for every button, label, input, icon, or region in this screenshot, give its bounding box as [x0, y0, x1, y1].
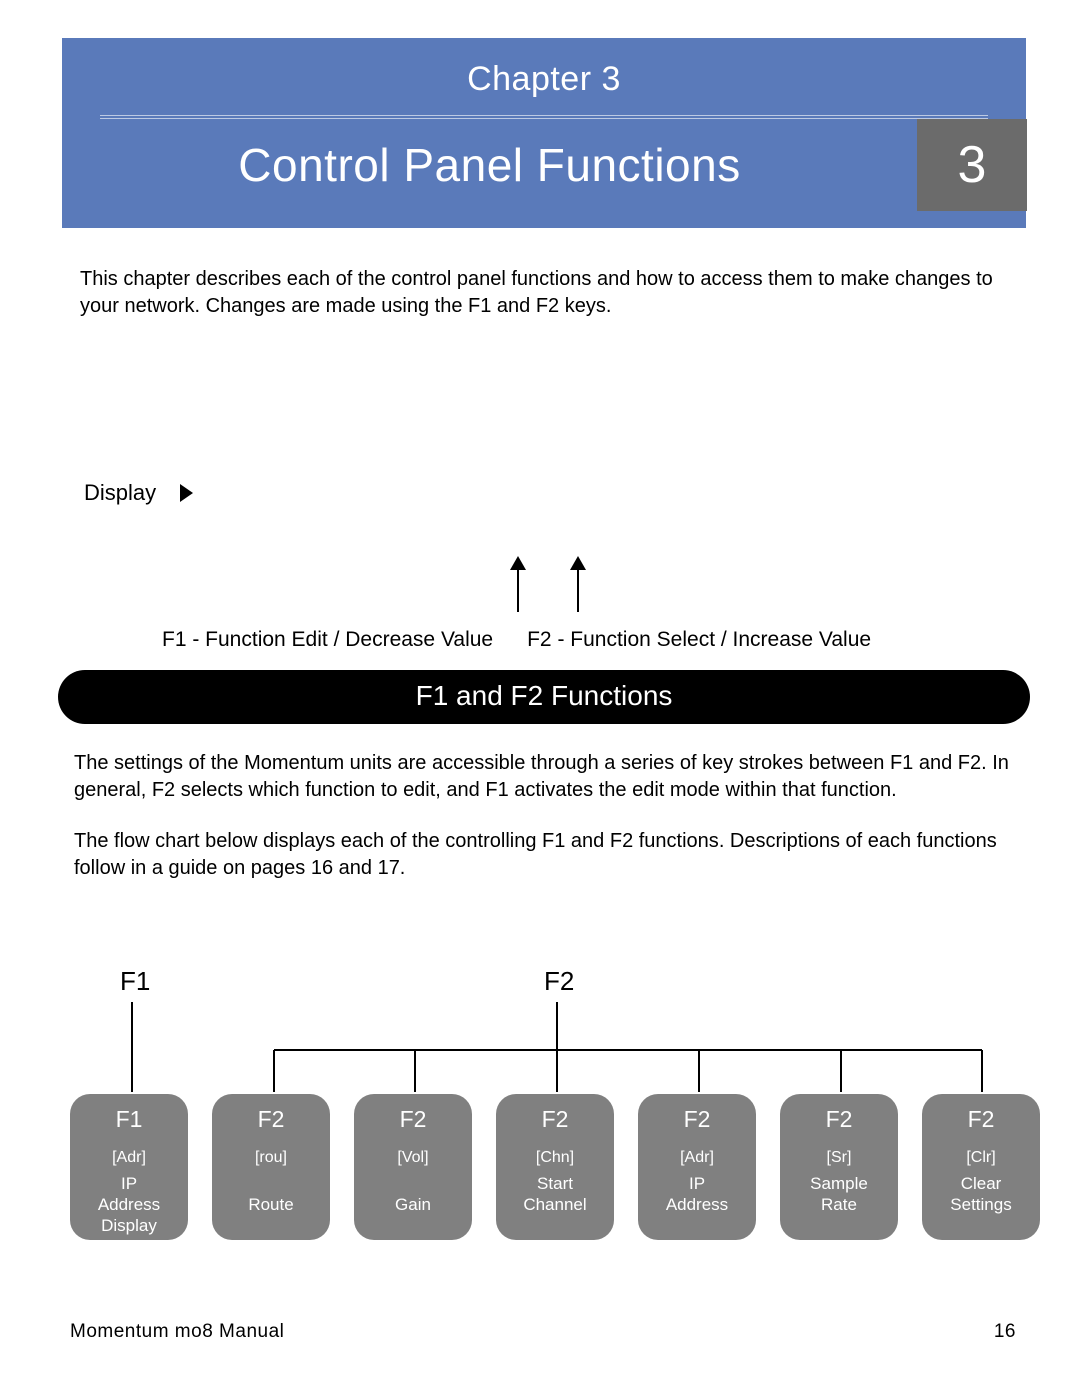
arrow-up-icon: [570, 556, 594, 612]
flow-box-code: [rou]: [216, 1147, 326, 1169]
chapter-header: Chapter 3 Control Panel Functions 3: [62, 38, 1026, 228]
flow-box-desc: Sample Rate: [784, 1173, 894, 1216]
flow-box-code: [Clr]: [926, 1147, 1036, 1169]
flow-box-key: F2: [500, 1104, 610, 1135]
chapter-number-badge: 3: [917, 119, 1027, 211]
display-label: Display: [84, 480, 156, 506]
flow-box-desc: Clear Settings: [926, 1173, 1036, 1216]
flow-box: F2 [Sr] Sample Rate: [780, 1094, 898, 1240]
intro-paragraph: This chapter describes each of the contr…: [80, 266, 1014, 320]
flow-box: F2 [Vol] Gain: [354, 1094, 472, 1240]
chapter-label: Chapter 3: [62, 60, 1026, 99]
flow-box: F1 [Adr] IP Address Display: [70, 1094, 188, 1240]
flow-box-desc: IP Address: [642, 1173, 752, 1216]
flow-box: F2 [Adr] IP Address: [638, 1094, 756, 1240]
footer-page-number: 16: [994, 1321, 1016, 1343]
flow-box: F2 [Chn] Start Channel: [496, 1094, 614, 1240]
arrow-up-icon: [510, 556, 534, 612]
flow-box-code: [Chn]: [500, 1147, 610, 1169]
chapter-title: Control Panel Functions: [62, 119, 917, 211]
flow-box-key: F2: [358, 1104, 468, 1135]
page-footer: Momentum mo8 Manual 16: [70, 1321, 1016, 1343]
flow-box-key: F2: [784, 1104, 894, 1135]
f2-caption: F2 - Function Select / Increase Value: [527, 628, 871, 652]
flow-box-key: F1: [74, 1104, 184, 1135]
flow-connector-lines: [62, 996, 1062, 1096]
flow-box-desc: Route: [216, 1173, 326, 1216]
function-arrow-row: F1 - Function Edit / Decrease Value F2 -…: [62, 542, 1026, 652]
footer-doc-title: Momentum mo8 Manual: [70, 1321, 284, 1343]
flow-box-code: [Adr]: [74, 1147, 184, 1169]
display-label-row: Display: [84, 480, 1026, 506]
flow-box: F2 [rou] Route: [212, 1094, 330, 1240]
flow-box-code: [Adr]: [642, 1147, 752, 1169]
flow-box-key: F2: [926, 1104, 1036, 1135]
flow-box-key: F2: [216, 1104, 326, 1135]
flow-box-desc: Gain: [358, 1173, 468, 1216]
triangle-right-icon: [180, 484, 193, 502]
flow-box-code: [Vol]: [358, 1147, 468, 1169]
flow-top-f1: F1: [120, 966, 150, 997]
flow-box-desc: Start Channel: [500, 1173, 610, 1216]
flow-box-desc: IP Address Display: [74, 1173, 184, 1237]
section-header: F1 and F2 Functions: [58, 670, 1030, 724]
flow-box-key: F2: [642, 1104, 752, 1135]
flow-chart: F1 F2 F1 [Adr] IP Address Display F2 [rou] R…: [62, 966, 1026, 1256]
body-paragraph-1: The settings of the Momentum units are a…: [74, 750, 1018, 804]
f1-caption: F1 - Function Edit / Decrease Value: [162, 628, 493, 652]
flow-box-code: [Sr]: [784, 1147, 894, 1169]
body-paragraph-2: The flow chart below displays each of th…: [74, 828, 1018, 882]
flow-top-f2: F2: [544, 966, 574, 997]
flow-box: F2 [Clr] Clear Settings: [922, 1094, 1040, 1240]
